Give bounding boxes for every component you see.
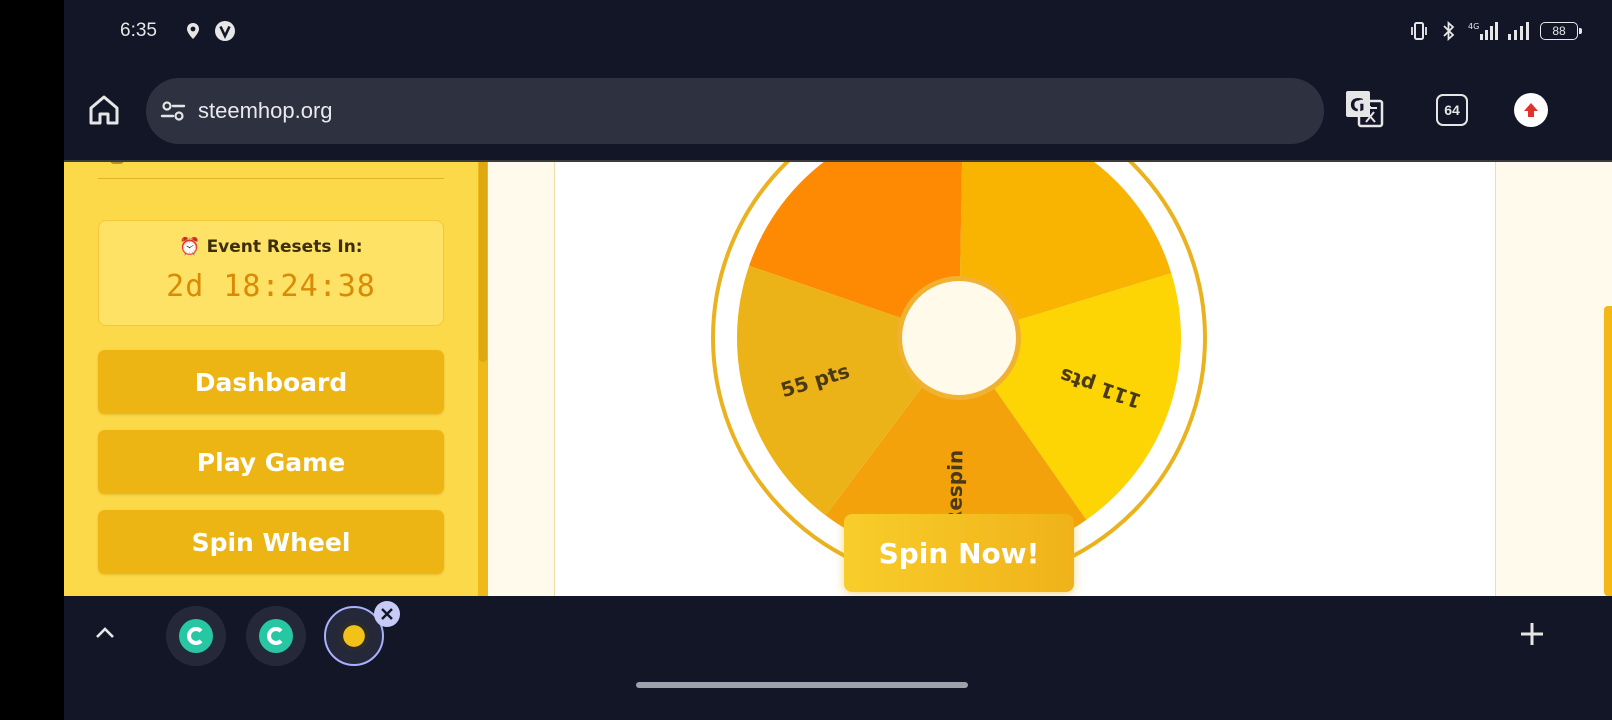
main-area: 111 pts Respin 55 pts Spin Now! xyxy=(488,160,1612,596)
web-content: ⏰ Event Resets In: 2d 18:24:38 Dashboard… xyxy=(64,160,1612,596)
home-indicator[interactable] xyxy=(636,682,968,688)
event-timer-card: ⏰ Event Resets In: 2d 18:24:38 xyxy=(98,220,444,326)
network-label: 4G xyxy=(1468,22,1479,31)
spin-now-button[interactable]: Spin Now! xyxy=(844,514,1074,592)
teal-circle-favicon xyxy=(179,619,213,653)
bluetooth-icon xyxy=(1438,20,1460,42)
translate-icon[interactable]: G xyxy=(1344,88,1384,128)
svg-text:G: G xyxy=(1350,95,1365,116)
sidebar-scrollbar[interactable] xyxy=(478,160,488,596)
home-icon[interactable] xyxy=(86,92,122,128)
browser-toolbar: steemhop.org G 64 xyxy=(64,64,1612,160)
nav-play-game-button[interactable]: Play Game xyxy=(98,430,444,494)
event-label-row: ⏰ Event Resets In: xyxy=(99,237,443,257)
event-countdown: 2d 18:24:38 xyxy=(166,269,376,304)
vpn-v-icon xyxy=(214,20,236,42)
status-left-icons xyxy=(182,20,236,42)
event-label: Event Resets In: xyxy=(206,237,363,257)
chevron-up-icon[interactable] xyxy=(94,622,116,644)
close-tab-icon[interactable] xyxy=(374,601,400,627)
wheel-hub xyxy=(902,281,1016,395)
tab-strip xyxy=(64,596,1612,720)
page-scrollbar-thumb[interactable] xyxy=(1604,306,1612,596)
tab-thumbnail-1[interactable] xyxy=(166,606,226,666)
battery-indicator: 88 xyxy=(1540,22,1582,40)
sidebar-divider xyxy=(98,178,444,179)
steemhop-favicon xyxy=(339,621,369,651)
nav-spin-wheel-button[interactable]: Spin Wheel xyxy=(98,510,444,574)
sidebar-scrollbar-thumb[interactable] xyxy=(479,160,487,362)
plus-icon[interactable] xyxy=(1518,620,1546,648)
tab-count-button[interactable]: 64 xyxy=(1436,94,1468,126)
toolbar-shadow-line xyxy=(64,160,1612,162)
signal-4g-icon: 4G xyxy=(1468,20,1498,42)
tab-thumbnail-2[interactable] xyxy=(246,606,306,666)
nav-dashboard-button[interactable]: Dashboard xyxy=(98,350,444,414)
site-info-icon[interactable] xyxy=(158,96,188,126)
phone-screen: 6:35 4G 88 steemhop.org G 64 ⏰ Event Res… xyxy=(64,0,1612,720)
url-bar[interactable]: steemhop.org xyxy=(146,78,1324,144)
alarm-clock-icon: ⏰ xyxy=(179,237,201,257)
teal-circle-favicon xyxy=(259,619,293,653)
status-time: 6:35 xyxy=(120,20,157,41)
sidebar: ⏰ Event Resets In: 2d 18:24:38 Dashboard… xyxy=(64,160,488,596)
signal-icon xyxy=(1506,20,1532,42)
vibrate-icon xyxy=(1408,20,1430,42)
url-text: steemhop.org xyxy=(198,98,333,123)
status-bar: 6:35 4G 88 xyxy=(64,0,1612,64)
upload-icon[interactable] xyxy=(1514,93,1548,127)
status-right-icons: 4G 88 xyxy=(1408,20,1582,42)
location-pin-icon xyxy=(182,20,204,42)
